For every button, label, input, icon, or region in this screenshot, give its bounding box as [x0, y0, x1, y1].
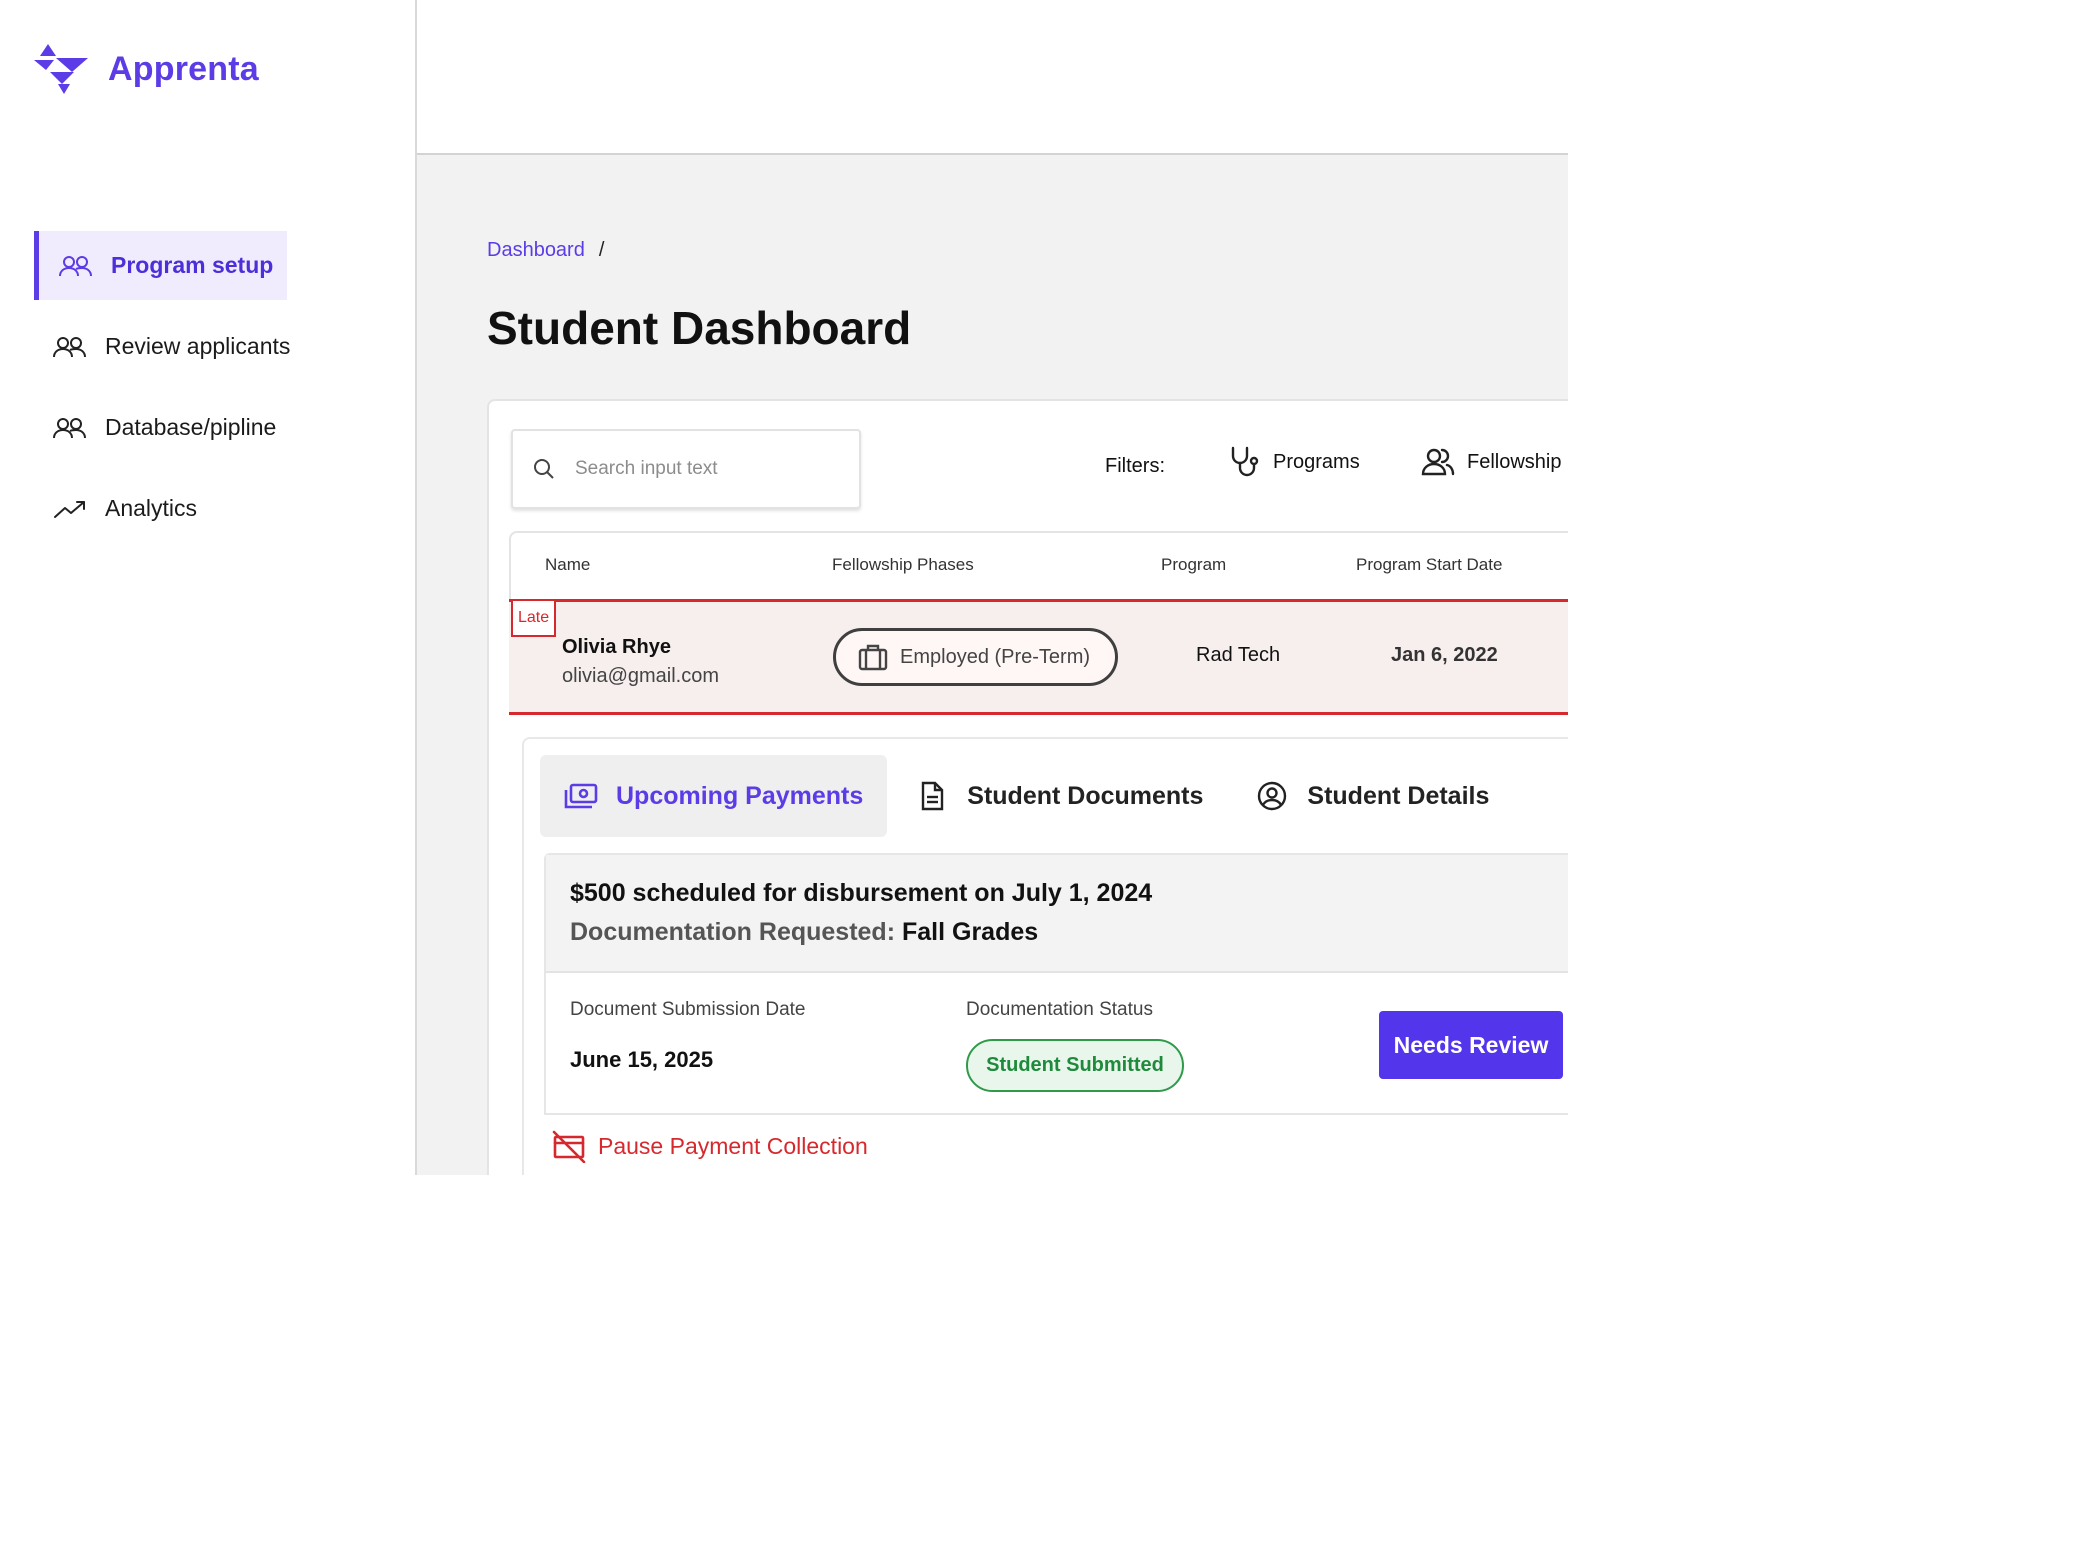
column-header-phases[interactable]: Fellowship Phases	[832, 555, 974, 575]
filter-label: Fellowship	[1467, 450, 1562, 473]
sidebar-item-database[interactable]: Database/pipline	[34, 393, 394, 462]
student-email: olivia@gmail.com	[562, 665, 720, 687]
filter-label: Programs	[1273, 450, 1360, 473]
payment-title: $500 scheduled for disbursement on July …	[570, 879, 1153, 907]
sidebar-item-analytics[interactable]: Analytics	[34, 474, 394, 543]
user-group-icon	[1421, 448, 1455, 476]
payment-card: $500 scheduled for disbursement on July …	[544, 853, 1568, 1115]
sidebar-item-label: Analytics	[105, 495, 198, 521]
briefcase-icon	[858, 644, 888, 671]
pause-payment-link[interactable]: Pause Payment Collection	[552, 1129, 868, 1163]
students-table: Name Fellowship Phases Program Program S…	[509, 531, 1568, 715]
sidebar: Apprenta Program setup Review applicants…	[0, 0, 417, 1175]
sidebar-item-review-applicants[interactable]: Review applicants	[34, 312, 394, 381]
users-icon	[58, 252, 94, 280]
documentation-requested: Documentation Requested: Fall Grades	[570, 918, 1568, 947]
search-box[interactable]	[511, 429, 861, 509]
brand-name: Apprenta	[108, 49, 259, 88]
phase-badge[interactable]: Employed (Pre-Term)	[833, 628, 1118, 686]
card-off-icon	[552, 1130, 586, 1163]
status-badge: Student Submitted	[966, 1039, 1184, 1092]
search-icon	[534, 459, 554, 479]
tab-upcoming-payments[interactable]: Upcoming Payments	[540, 755, 888, 837]
detail-tabs: Upcoming Payments Student Documents Stud…	[540, 755, 1517, 837]
filters-label: Filters:	[1105, 455, 1165, 477]
sidebar-item-label: Review applicants	[105, 333, 291, 359]
users-icon	[52, 333, 88, 361]
start-date-value: Jan 6, 2022	[1391, 644, 1498, 666]
doc-requested-label: Documentation Requested:	[570, 918, 896, 946]
tab-label: Student Documents	[967, 781, 1204, 810]
apprenta-logo-icon	[34, 44, 88, 94]
doc-requested-value: Fall Grades	[901, 918, 1039, 946]
documentation-status-label: Documentation Status	[966, 999, 1153, 1020]
student-name: Olivia Rhye	[562, 636, 671, 658]
search-input[interactable]	[575, 458, 835, 480]
users-icon	[52, 414, 88, 442]
blank-area	[0, 1175, 1568, 1556]
document-icon	[922, 781, 944, 811]
breadcrumb-dashboard-link[interactable]: Dashboard	[487, 239, 585, 262]
user-circle-icon	[1258, 781, 1287, 811]
sidebar-item-program-setup[interactable]: Program setup	[34, 231, 287, 300]
main-content: Dashboard / Student Dashboard Filters: P…	[417, 155, 1568, 1175]
column-header-program[interactable]: Program	[1161, 555, 1226, 575]
filter-programs[interactable]: Programs	[1227, 445, 1360, 479]
submission-date-value: June 15, 2025	[570, 1047, 714, 1072]
pause-label: Pause Payment Collection	[598, 1132, 868, 1159]
late-badge: Late	[511, 599, 557, 637]
breadcrumb-separator: /	[598, 239, 605, 261]
stethoscope-icon	[1231, 446, 1259, 477]
needs-review-button[interactable]: Needs Review	[1379, 1011, 1563, 1079]
app-window: Apprenta Program setup Review applicants…	[0, 0, 1568, 1175]
column-header-name[interactable]: Name	[545, 555, 590, 575]
filter-fellowship[interactable]: Fellowship	[1421, 445, 1561, 479]
tab-label: Student Details	[1307, 781, 1490, 810]
student-detail-panel: Upcoming Payments Student Documents Stud…	[522, 737, 1568, 1175]
payment-header: $500 scheduled for disbursement on July …	[546, 855, 1568, 973]
sidebar-nav: Program setup Review applicants Database…	[34, 231, 394, 555]
dashboard-card: Filters: Programs Fellowship Name Fellow…	[487, 399, 1568, 1175]
column-header-start-date[interactable]: Program Start Date	[1356, 555, 1502, 575]
logo[interactable]: Apprenta	[34, 44, 259, 94]
breadcrumb: Dashboard /	[487, 239, 604, 262]
tab-student-documents[interactable]: Student Documents	[891, 755, 1227, 837]
sidebar-item-label: Program setup	[111, 252, 274, 278]
tab-label: Upcoming Payments	[616, 781, 864, 810]
page-title: Student Dashboard	[487, 302, 912, 354]
trending-up-icon	[52, 495, 88, 523]
money-icon	[564, 783, 598, 809]
sidebar-item-label: Database/pipline	[105, 414, 277, 440]
top-bar	[417, 0, 1568, 155]
program-value: Rad Tech	[1196, 644, 1281, 666]
phase-label: Employed (Pre-Term)	[900, 645, 1091, 668]
table-row[interactable]: Late Olivia Rhye olivia@gmail.com Employ…	[509, 599, 1568, 715]
tab-student-details[interactable]: Student Details	[1231, 755, 1513, 837]
submission-date-label: Document Submission Date	[570, 999, 806, 1020]
blank-area	[1568, 0, 2076, 1556]
